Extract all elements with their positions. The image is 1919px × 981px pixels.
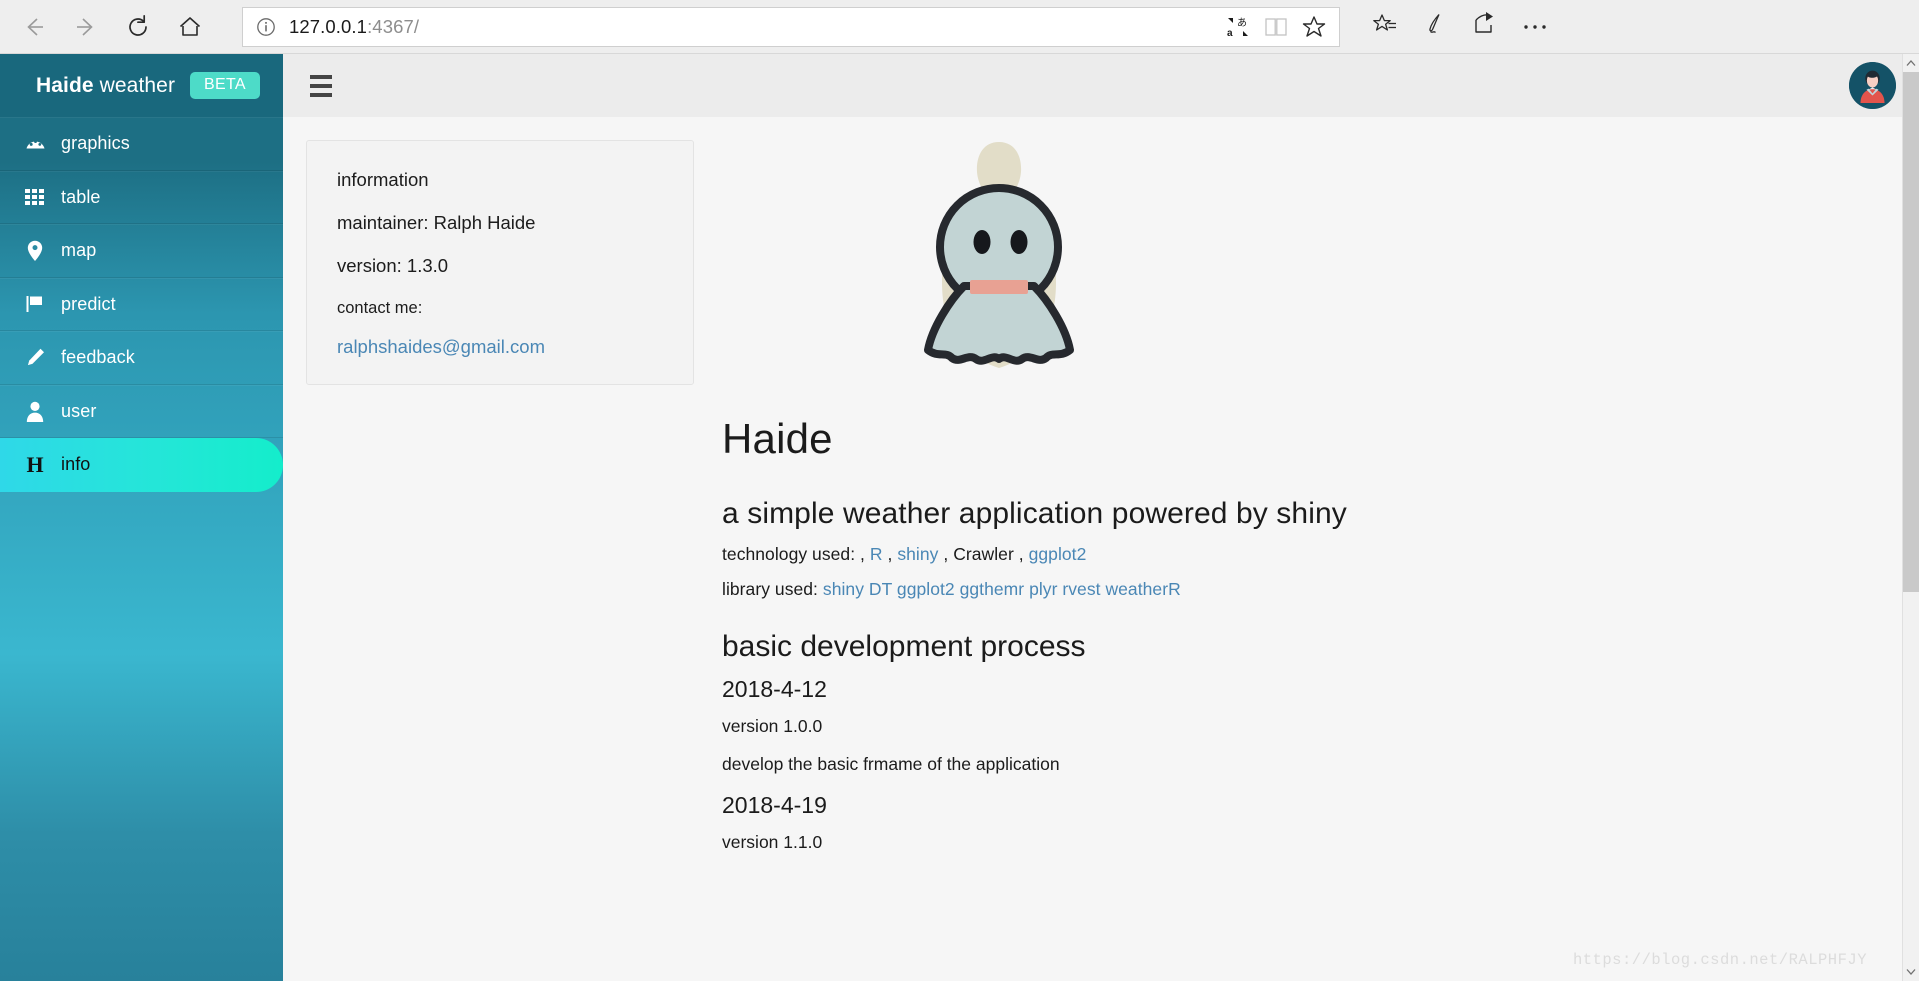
- share-icon: [1472, 11, 1498, 42]
- top-bar: [283, 54, 1919, 117]
- browser-toolbar: 127.0.0.1:4367/ あ a: [0, 0, 1919, 54]
- tech-link-r[interactable]: R: [870, 544, 883, 564]
- brand-header: Haide weather BETA: [0, 54, 283, 117]
- teru-teru-bozu-mascot-icon: [884, 132, 1114, 387]
- hamburger-bar: [310, 74, 332, 79]
- url-host: 127.0.0.1: [289, 15, 368, 37]
- library-links[interactable]: shiny DT ggplot2 ggthemr plyr rvest weat…: [823, 579, 1181, 599]
- tech-sep-2: , Crawler ,: [943, 544, 1024, 564]
- pencil-icon: [18, 347, 52, 368]
- user-icon: [18, 401, 52, 422]
- grid-icon: [18, 189, 52, 206]
- ellipsis-icon: [1522, 18, 1548, 36]
- info-version: version: 1.3.0: [337, 255, 449, 277]
- svg-text:あ: あ: [1237, 17, 1247, 29]
- dashboard-icon: [18, 133, 52, 154]
- technology-used-line: technology used: , R , shiny , Crawler ,…: [722, 544, 1919, 565]
- star-list-icon: [1372, 11, 1398, 42]
- share-button[interactable]: [1460, 5, 1510, 49]
- sidebar-item-label: graphics: [61, 133, 130, 154]
- browser-actions: [1360, 5, 1560, 49]
- scroll-up-button[interactable]: [1903, 54, 1919, 72]
- sidebar-item-label: user: [61, 400, 97, 421]
- tech-link-ggplot2[interactable]: ggplot2: [1029, 544, 1087, 564]
- scroll-down-button[interactable]: [1903, 963, 1919, 981]
- sidebar-item-label: feedback: [61, 347, 135, 368]
- reading-view-icon[interactable]: [1257, 9, 1295, 45]
- changelog-note: develop the basic frmame of the applicat…: [722, 754, 1060, 774]
- article-column: Haide a simple weather application power…: [694, 117, 1919, 981]
- library-used-line: library used: shiny DT ggplot2 ggthemr p…: [722, 579, 1919, 600]
- menu-toggle-button[interactable]: [295, 62, 347, 110]
- info-maintainer: maintainer: Ralph Haide: [337, 212, 536, 234]
- sidebar-item-label: predict: [61, 293, 116, 314]
- sidebar-item-label: map: [61, 240, 97, 261]
- development-process-heading: basic development process: [722, 630, 1086, 663]
- tech-link-shiny[interactable]: shiny: [897, 544, 938, 564]
- sidebar: Haide weather BETA graphics table map pr…: [0, 54, 283, 981]
- tech-sep-1: ,: [887, 544, 893, 564]
- sidebar-nav: graphics table map predict feedback user…: [0, 117, 283, 492]
- sidebar-item-graphics[interactable]: graphics: [0, 117, 283, 171]
- favorite-star-icon[interactable]: [1295, 9, 1333, 45]
- changelog-date: 2018-4-19: [722, 792, 827, 818]
- brand-bold: Haide: [36, 73, 94, 97]
- refresh-icon: [125, 14, 151, 40]
- arrow-right-icon: [73, 14, 99, 40]
- favorites-hub-button[interactable]: [1360, 5, 1410, 49]
- url-path: :4367/: [367, 15, 420, 37]
- h-letter-icon: H: [26, 451, 44, 477]
- sidebar-item-feedback[interactable]: feedback: [0, 331, 283, 385]
- brand-light: weather: [93, 73, 176, 97]
- sidebar-item-predict[interactable]: predict: [0, 277, 283, 331]
- arrow-left-icon: [21, 14, 47, 40]
- web-notes-button[interactable]: [1410, 5, 1460, 49]
- translate-icon[interactable]: あ a: [1219, 9, 1257, 45]
- main-region: information maintainer: Ralph Haide vers…: [283, 54, 1919, 981]
- home-button[interactable]: [164, 5, 216, 49]
- sidebar-item-label: info: [61, 454, 91, 475]
- sidebar-item-map[interactable]: map: [0, 224, 283, 278]
- page-title: Haide: [722, 415, 833, 462]
- flag-icon: [18, 294, 52, 314]
- changelog-version: version 1.1.0: [722, 832, 823, 852]
- refresh-button[interactable]: [112, 5, 164, 49]
- home-icon: [177, 14, 203, 40]
- changelog-date: 2018-4-12: [722, 676, 827, 702]
- mascot-wrapper: [694, 132, 1919, 387]
- library-label: library used:: [722, 579, 818, 599]
- article-body: Haide a simple weather application power…: [694, 387, 1919, 853]
- site-info-icon[interactable]: [253, 17, 279, 37]
- changelog-version: version 1.0.0: [722, 716, 823, 736]
- page-content: information maintainer: Ralph Haide vers…: [283, 117, 1919, 981]
- sidebar-item-table[interactable]: table: [0, 170, 283, 224]
- address-bar[interactable]: 127.0.0.1:4367/ あ a: [242, 6, 1340, 47]
- hamburger-bar: [310, 83, 332, 88]
- page-subtitle: a simple weather application powered by …: [722, 497, 1347, 530]
- brand-title: Haide weather: [36, 74, 175, 98]
- svg-text:a: a: [1227, 28, 1233, 39]
- info-email-link[interactable]: ralphshaides@gmail.com: [337, 336, 545, 357]
- sidebar-item-info[interactable]: H info: [0, 438, 283, 492]
- pen-icon: [1422, 11, 1448, 42]
- info-column: information maintainer: Ralph Haide vers…: [283, 117, 694, 981]
- back-button[interactable]: [8, 5, 60, 49]
- url-text[interactable]: 127.0.0.1:4367/: [279, 16, 1219, 38]
- page-scrollbar[interactable]: [1902, 54, 1919, 981]
- info-contact-label: contact me:: [337, 298, 423, 317]
- forward-button[interactable]: [60, 5, 112, 49]
- avatar[interactable]: [1849, 62, 1896, 109]
- hamburger-bar: [310, 92, 332, 97]
- app-shell: Haide weather BETA graphics table map pr…: [0, 54, 1919, 981]
- more-options-button[interactable]: [1510, 5, 1560, 49]
- scroll-thumb[interactable]: [1903, 72, 1919, 592]
- beta-badge: BETA: [190, 72, 260, 99]
- information-card: information maintainer: Ralph Haide vers…: [306, 140, 694, 386]
- map-pin-icon: [18, 240, 52, 262]
- technology-label: technology used: ,: [722, 544, 865, 564]
- sidebar-item-user[interactable]: user: [0, 384, 283, 438]
- info-heading: information: [337, 169, 429, 190]
- sidebar-item-label: table: [61, 186, 101, 207]
